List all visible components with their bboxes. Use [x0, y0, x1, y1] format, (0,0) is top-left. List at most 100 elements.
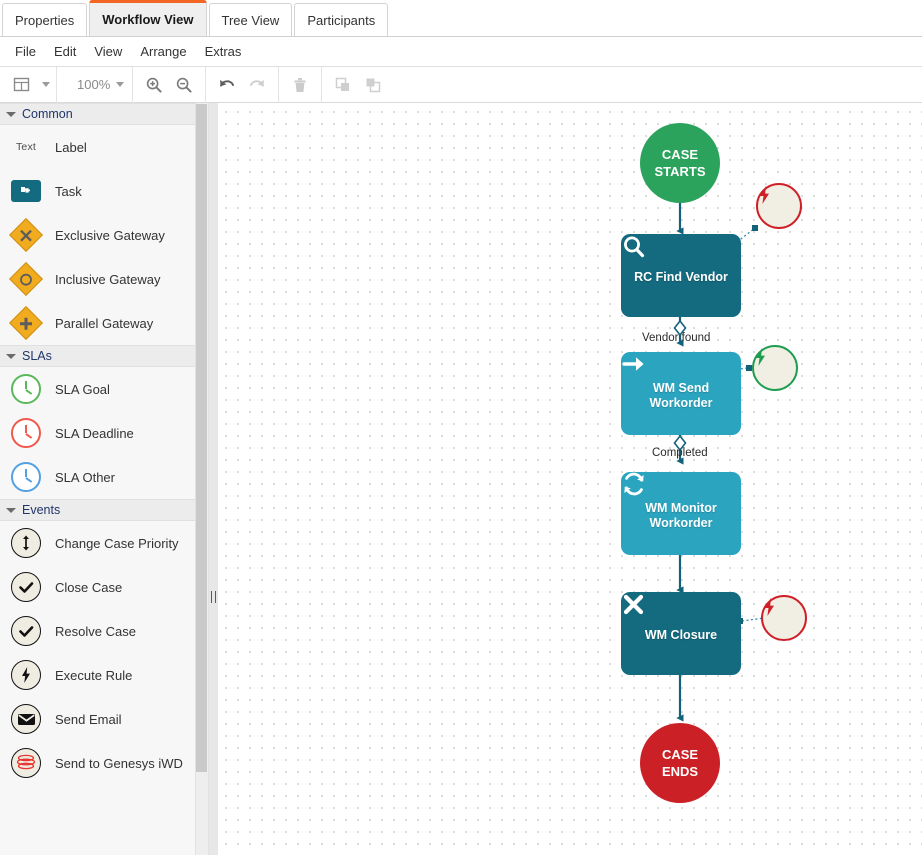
up-down-arrow-glyph	[23, 535, 29, 551]
zoom-out-icon	[177, 77, 192, 93]
tab-properties[interactable]: Properties	[2, 3, 88, 36]
palette-item-label-text: Parallel Gateway	[55, 315, 154, 331]
clock-icon	[8, 459, 44, 495]
palette-item-sla-deadline[interactable]: SLA Deadline	[0, 411, 195, 455]
palette-item-label-text: Send Email	[55, 711, 122, 727]
tab-workflow-view[interactable]: Workflow View	[89, 0, 207, 36]
check-glyph	[18, 581, 33, 593]
zoom-out-button[interactable]	[169, 71, 199, 99]
text-icon: Text	[15, 141, 37, 153]
toolbar-group-zoom-buttons	[133, 66, 207, 103]
palette-item-task[interactable]: Task	[0, 169, 195, 213]
edge-label-completed: Completed	[652, 447, 708, 459]
node-label: CASE ENDS	[662, 746, 698, 780]
palette-item-label-text: Label	[55, 139, 87, 155]
shape-palette: Common Text Label Task Exclusive Gateway…	[0, 103, 196, 855]
palette-section-title: Events	[22, 503, 61, 517]
palette-item-label-text: Resolve Case	[55, 623, 136, 639]
palette-item-label[interactable]: Text Label	[0, 125, 195, 169]
view-tabs: Properties Workflow View Tree View Parti…	[0, 0, 922, 37]
plus-glyph	[20, 317, 32, 329]
palette-section-title: SLAs	[22, 349, 52, 363]
zoom-in-icon	[147, 77, 162, 93]
exclusive-gateway-icon	[8, 217, 44, 253]
badge-rc-find-vendor[interactable]	[756, 183, 802, 229]
undo-button[interactable]	[212, 71, 242, 99]
node-case-starts[interactable]: CASE STARTS	[640, 123, 720, 203]
palette-section-events[interactable]: Events	[0, 499, 195, 521]
node-case-ends[interactable]: CASE ENDS	[640, 723, 720, 803]
palette-item-label-text: SLA Deadline	[55, 425, 134, 441]
toolbar-group-history	[206, 66, 280, 103]
workflow-canvas[interactable]: CASE STARTS RC Find Vendor WM Send Worko…	[218, 103, 922, 855]
palette-item-send-email[interactable]: Send Email	[0, 697, 195, 741]
menu-arrange[interactable]: Arrange	[131, 41, 195, 62]
chevron-down-icon	[6, 111, 16, 117]
chevron-down-icon	[6, 353, 16, 359]
priority-arrows-icon	[8, 525, 44, 561]
node-rc-find-vendor[interactable]: RC Find Vendor	[621, 234, 741, 317]
palette-item-execute-rule[interactable]: Execute Rule	[0, 653, 195, 697]
palette-section-common[interactable]: Common	[0, 103, 195, 125]
tab-participants[interactable]: Participants	[294, 3, 389, 36]
zoom-in-button[interactable]	[139, 71, 169, 99]
toolbar-group-layout	[0, 66, 57, 103]
send-to-back-button[interactable]	[358, 71, 388, 99]
send-to-back-icon	[366, 78, 381, 92]
undo-icon	[220, 79, 235, 86]
palette-section-slas[interactable]: SLAs	[0, 345, 195, 367]
palette-item-sla-other[interactable]: SLA Other	[0, 455, 195, 499]
node-wm-monitor-workorder[interactable]: WM Monitor Workorder	[621, 472, 741, 555]
palette-item-resolve-case[interactable]: Resolve Case	[0, 609, 195, 653]
tab-tree-view[interactable]: Tree View	[208, 3, 293, 36]
palette-item-change-case-priority[interactable]: Change Case Priority	[0, 521, 195, 565]
bring-to-front-button[interactable]	[328, 71, 358, 99]
node-wm-closure[interactable]: WM Closure	[621, 592, 741, 675]
badge-wm-closure[interactable]	[761, 595, 807, 641]
palette-item-close-case[interactable]: Close Case	[0, 565, 195, 609]
node-wm-send-workorder[interactable]: WM Send Workorder	[621, 352, 741, 435]
menu-file[interactable]: File	[6, 41, 45, 62]
palette-item-label-text: Close Case	[55, 579, 123, 595]
node-label-line2: Workorder	[649, 515, 713, 530]
toolbar-group-zoom: 100%	[57, 66, 134, 103]
node-label-line1: WM Monitor	[645, 500, 717, 515]
palette-item-label-text: Send to Genesys iWD	[55, 755, 183, 771]
node-label-line2: STARTS	[654, 164, 706, 179]
palette-item-exclusive-gateway[interactable]: Exclusive Gateway	[0, 213, 195, 257]
layout-dropdown-caret[interactable]	[42, 82, 50, 87]
inclusive-gateway-icon	[8, 261, 44, 297]
envelope-icon	[8, 701, 44, 737]
menu-view[interactable]: View	[85, 41, 131, 62]
palette-item-label-text: SLA Other	[55, 469, 115, 485]
tab-label: Properties	[15, 12, 75, 28]
badge-wm-send-workorder[interactable]	[752, 345, 798, 391]
workflow-editor: Properties Workflow View Tree View Parti…	[0, 0, 922, 855]
palette-item-label-text: Task	[55, 183, 82, 199]
redo-button[interactable]	[242, 71, 272, 99]
menu-extras[interactable]: Extras	[196, 41, 251, 62]
palette-item-send-to-genesys-iwd[interactable]: Send to Genesys iWD	[0, 741, 195, 785]
arrow-right-icon	[622, 357, 644, 371]
toolbar: 100%	[0, 66, 922, 103]
zoom-level-value: 100%	[77, 77, 111, 92]
lightning-glyph	[22, 667, 30, 683]
zoom-dropdown-caret	[116, 82, 125, 87]
zoom-level-selector[interactable]: 100%	[63, 77, 126, 92]
palette-item-sla-goal[interactable]: SLA Goal	[0, 367, 195, 411]
layout-button[interactable]	[6, 71, 36, 99]
palette-scrollbar-thumb[interactable]	[196, 104, 207, 772]
toolbar-group-order	[322, 67, 394, 103]
palette-item-inclusive-gateway[interactable]: Inclusive Gateway	[0, 257, 195, 301]
refresh-icon	[624, 472, 644, 496]
splitter-grip-icon	[211, 591, 216, 603]
chevron-down-icon	[6, 507, 16, 513]
menu-edit[interactable]: Edit	[45, 41, 85, 62]
lightning-icon	[756, 348, 765, 366]
delete-button[interactable]	[285, 71, 315, 99]
task-icon	[8, 173, 44, 209]
palette-item-parallel-gateway[interactable]: Parallel Gateway	[0, 301, 195, 345]
panel-splitter[interactable]	[209, 103, 218, 855]
lightning-icon	[8, 657, 44, 693]
palette-section-title: Common	[22, 107, 73, 121]
